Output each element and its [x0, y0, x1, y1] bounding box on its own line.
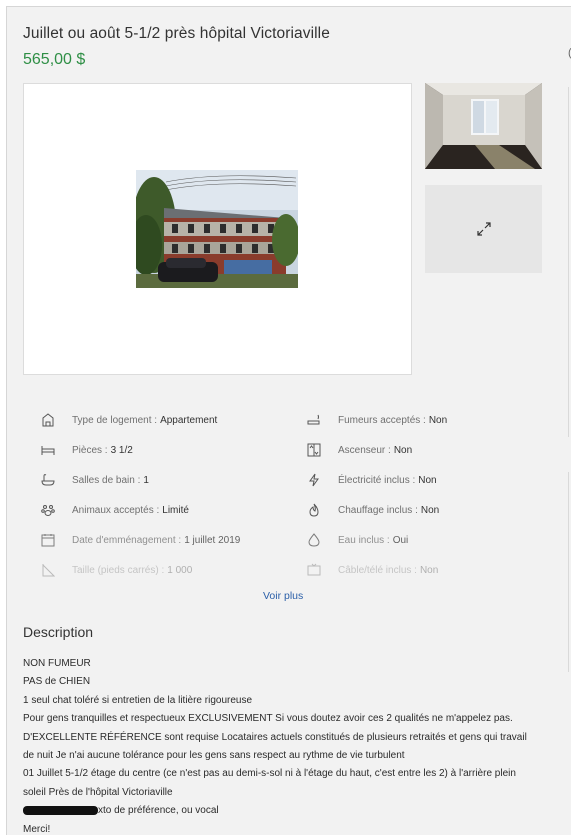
feature-label: Type de logement : [72, 414, 158, 426]
feature-value: Non [428, 414, 448, 426]
feature-bathrooms: Salles de bain : 1 [41, 473, 149, 487]
description-line: soleil Près de l'hôpital Victoriaville [23, 786, 173, 798]
feature-value: 1 juillet 2019 [184, 534, 241, 546]
interior-photo [425, 83, 542, 169]
bathtub-icon [41, 473, 55, 487]
elevator-icon [307, 443, 321, 457]
feature-smokers: Fumeurs acceptés : Non [307, 413, 447, 427]
feature-value: Oui [392, 534, 409, 546]
feature-label: Date d'emménagement : [72, 534, 182, 546]
description-line: PAS de CHIEN [23, 676, 91, 688]
tv-icon [307, 563, 321, 577]
description-line: Pour gens tranquilles et respectueux EXC… [23, 713, 513, 725]
water-drop-icon [307, 533, 321, 547]
right-panel-divider-2 [568, 472, 569, 672]
feature-value: 3 1/2 [110, 444, 133, 456]
description-line: NON FUMEUR [23, 658, 91, 669]
listing-panel: Juillet ou août 5-1/2 près hôpital Victo… [6, 6, 571, 835]
description-closing: Merci! [23, 823, 51, 835]
expand-arrows-icon [476, 222, 491, 236]
description-line-redacted: xto de préférence, ou vocal [23, 802, 563, 820]
feature-housing-type: Type de logement : Appartement [41, 413, 217, 427]
flame-icon [307, 503, 321, 517]
building-photo [136, 170, 298, 288]
feature-label: Électricité inclus : [338, 474, 416, 486]
bed-icon [41, 443, 55, 457]
listing-price: 565,00 $ [23, 51, 86, 68]
feature-label: Salles de bain : [72, 474, 141, 486]
feature-value: Non [419, 564, 439, 576]
feature-value: Non [418, 474, 437, 486]
lightning-icon [307, 473, 321, 487]
right-panel-divider [568, 87, 569, 437]
ruler-icon [41, 563, 55, 577]
feature-value: Non [420, 504, 440, 516]
description-body: NON FUMEUR PAS de CHIEN 1 seul chat tolé… [23, 655, 563, 835]
feature-label: Chauffage inclus : [338, 504, 418, 516]
feature-value: Limité [162, 504, 189, 516]
calendar-icon [41, 533, 55, 547]
description-line: 01 Juillet 5-1/2 étage du centre (ce n'e… [23, 768, 516, 780]
house-icon [41, 413, 55, 427]
feature-value: 1 000 [167, 564, 193, 576]
feature-move-in-date: Date d'emménagement : 1 juillet 2019 [41, 533, 240, 547]
gallery-thumbnail[interactable] [425, 83, 542, 169]
voir-plus-link[interactable]: Voir plus [263, 590, 303, 602]
feature-electricity: Électricité inclus : Non [307, 473, 437, 487]
paw-icon [41, 503, 55, 517]
feature-value: 1 [143, 474, 149, 486]
feature-label: Pièces : [72, 444, 108, 456]
gallery-expand-button[interactable] [425, 185, 542, 273]
main-photo[interactable] [23, 83, 412, 375]
feature-size: Taille (pieds carrés) : 1 000 [41, 563, 192, 577]
feature-cable: Câble/télé inclus : Non [307, 563, 438, 577]
description-line: D'EXCELLENTE RÉFÉRENCE sont requise Loca… [23, 731, 527, 743]
listing-title: Juillet ou août 5-1/2 près hôpital Victo… [23, 25, 330, 42]
feature-label: Taille (pieds carrés) : [72, 564, 165, 576]
smoking-icon [307, 413, 321, 427]
feature-value: Appartement [160, 414, 218, 426]
description-line-suffix: xto de préférence, ou vocal [98, 805, 219, 817]
feature-label: Animaux acceptés : [72, 504, 160, 516]
feature-label: Câble/télé inclus : [338, 564, 417, 576]
feature-heating: Chauffage inclus : Non [307, 503, 439, 517]
feature-elevator: Ascenseur : Non [307, 443, 412, 457]
description-line: de nuit Je n'ai aucune tolérance pour le… [23, 750, 405, 762]
feature-label: Eau inclus : [338, 534, 390, 546]
feature-label: Ascenseur : [338, 444, 391, 456]
description-line: 1 seul chat toléré si entretien de la li… [23, 694, 253, 706]
feature-rooms: Pièces : 3 1/2 [41, 443, 133, 457]
feature-label: Fumeurs acceptés : [338, 414, 426, 426]
redaction-bar [23, 806, 98, 816]
feature-value: Non [393, 444, 413, 456]
description-heading: Description [23, 624, 94, 640]
feature-pets: Animaux acceptés : Limité [41, 503, 189, 517]
feature-water: Eau inclus : Oui [307, 533, 408, 547]
